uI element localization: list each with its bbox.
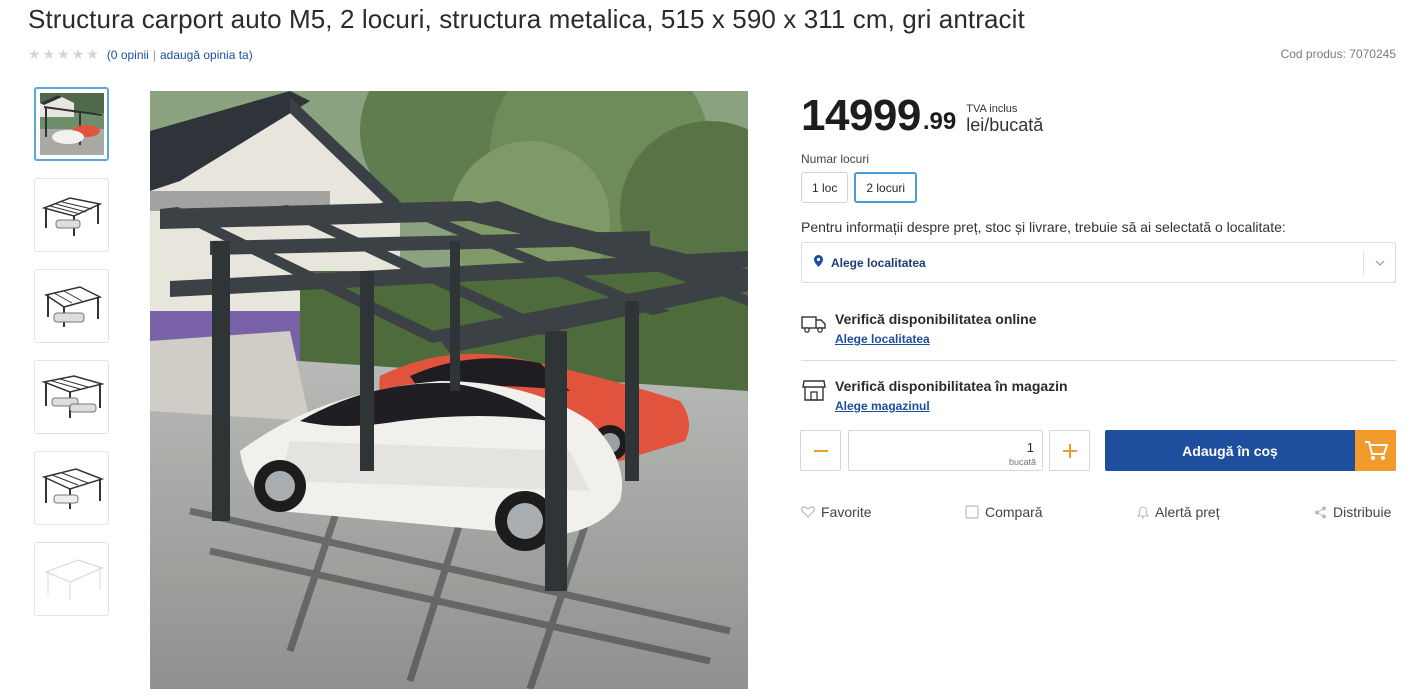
rating-stars: ★ ★ ★ ★ ★	[28, 46, 99, 63]
rating-row: ★ ★ ★ ★ ★ (0 opinii | adaugă opinia ta)	[28, 46, 253, 63]
carport-drawing-thumb	[41, 468, 104, 509]
product-code: Cod produs: 7070245	[1280, 47, 1396, 61]
variant-option-2-locuri[interactable]: 2 locuri	[854, 172, 918, 203]
location-pin-icon	[814, 255, 823, 270]
price-unit: lei/bucată	[966, 115, 1044, 135]
main-product-image[interactable]	[150, 91, 748, 689]
share-label: Distribuie	[1333, 504, 1392, 520]
star-icon: ★	[86, 46, 99, 62]
carport-drawing-thumb	[43, 559, 104, 600]
quantity-increase-button[interactable]	[1049, 430, 1090, 471]
star-icon: ★	[57, 46, 70, 62]
cart-icon	[1355, 430, 1396, 471]
star-icon: ★	[71, 46, 85, 62]
price-alert-button[interactable]: Alertă preț	[1137, 504, 1220, 520]
price-block: 14999 .99 TVA inclus lei/bucată	[801, 94, 1043, 138]
delivery-truck-icon	[801, 316, 826, 333]
add-to-cart-button[interactable]: Adaugă în coș	[1105, 430, 1396, 471]
price-alert-label: Alertă preț	[1155, 504, 1220, 520]
share-button[interactable]: Distribuie	[1314, 504, 1391, 520]
variant-option-1-loc[interactable]: 1 loc	[801, 172, 849, 203]
star-icon: ★	[42, 46, 56, 62]
availability-online-title: Verifică disponibilitatea online	[835, 311, 1037, 327]
price-integer: 14999	[801, 91, 921, 140]
separator: |	[152, 47, 156, 62]
store-icon	[802, 380, 826, 401]
compare-button[interactable]: Compară	[965, 504, 1043, 520]
heart-icon	[801, 506, 815, 518]
location-select-label: Alege localitatea	[831, 255, 926, 270]
price-decimals: .99	[922, 108, 957, 135]
thumbnail-4[interactable]	[34, 360, 109, 434]
location-select[interactable]: Alege localitatea	[801, 242, 1396, 283]
chevron-down-icon	[1363, 251, 1395, 275]
price-meta: TVA inclus lei/bucată	[966, 103, 1043, 136]
quantity-decrease-button[interactable]	[800, 430, 841, 471]
compare-label: Compară	[985, 504, 1043, 520]
availability-store-title: Verifică disponibilitatea în magazin	[835, 378, 1068, 394]
favorite-button[interactable]: Favorite	[801, 504, 872, 520]
quantity-unit: bucată	[1008, 457, 1036, 467]
carport-photo-thumb	[39, 93, 104, 155]
add-to-cart-label: Adaugă în coș	[1182, 442, 1278, 459]
favorite-label: Favorite	[821, 504, 872, 520]
star-icon: ★	[28, 46, 41, 62]
add-review-link[interactable]: adaugă opinia ta)	[160, 48, 253, 62]
bell-icon	[1137, 505, 1149, 518]
share-icon	[1315, 506, 1326, 518]
quantity-input[interactable]: 1 bucată	[848, 430, 1043, 471]
thumbnail-6[interactable]	[34, 542, 109, 616]
location-info-text: Pentru informații despre preț, stoc și l…	[801, 219, 1286, 235]
availability-online: Verifică disponibilitatea online Alege l…	[801, 306, 1396, 361]
product-title: Structura carport auto M5, 2 locuri, str…	[28, 4, 1025, 34]
checkbox-icon	[965, 505, 979, 519]
carport-drawing-thumb	[40, 375, 104, 418]
carport-image	[150, 91, 748, 689]
thumbnail-2[interactable]	[34, 178, 109, 252]
quantity-value: 1	[1026, 440, 1034, 455]
carport-drawing-thumb	[41, 197, 102, 236]
minus-icon	[813, 449, 828, 452]
plus-icon	[1062, 443, 1077, 458]
carport-drawing-thumb	[43, 286, 102, 327]
reviews-link[interactable]: (0 opinii	[107, 48, 149, 62]
choose-locality-link[interactable]: Alege localitatea	[835, 332, 930, 346]
thumbnail-1[interactable]	[34, 87, 109, 161]
choose-store-link[interactable]: Alege magazinul	[835, 399, 930, 413]
variant-label: Numar locuri	[801, 152, 870, 166]
thumbnail-5[interactable]	[34, 451, 109, 525]
variant-options: 1 loc 2 locuri	[801, 172, 918, 203]
tva-label: TVA inclus	[966, 103, 1018, 115]
thumbnail-3[interactable]	[34, 269, 109, 343]
thumbnail-gallery	[34, 87, 109, 633]
